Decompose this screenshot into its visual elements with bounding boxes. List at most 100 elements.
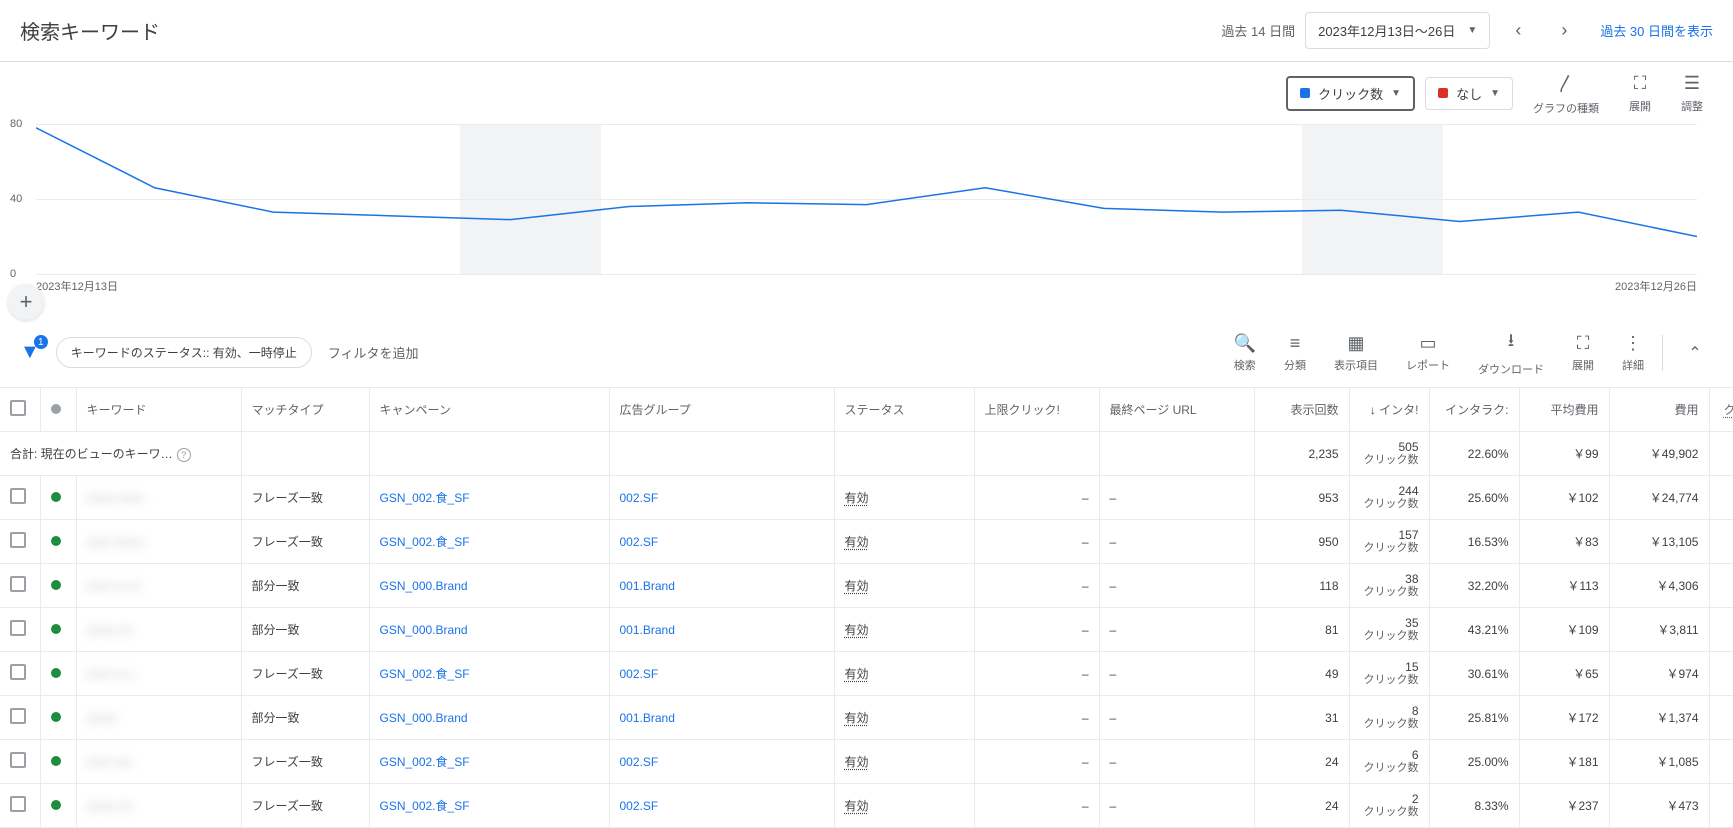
- adgroup-link[interactable]: 001.Brand: [620, 579, 675, 593]
- col-interaction-rate[interactable]: インタラク:: [1429, 388, 1519, 432]
- col-campaign[interactable]: キャンペーン: [369, 388, 609, 432]
- col-impr[interactable]: 表示回数: [1254, 388, 1349, 432]
- row-keyword[interactable]: xxxxx xx: [76, 608, 241, 652]
- help-icon[interactable]: ?: [177, 448, 191, 462]
- table-toolbar-left: ▼ 1 キーワードのステータス:: 有効、一時停止 フィルタを追加: [20, 337, 419, 368]
- row-maxcpc: –: [974, 476, 1099, 520]
- row-keyword[interactable]: xxxx xxxxx: [76, 520, 241, 564]
- report-button[interactable]: ▭レポート: [1392, 333, 1464, 373]
- col-clicks[interactable]: クリック数: [1709, 388, 1733, 432]
- row-checkbox-cell[interactable]: [0, 564, 40, 608]
- chart-expand-button[interactable]: ⛶ 展開: [1619, 73, 1661, 114]
- col-checkbox[interactable]: [0, 388, 40, 432]
- col-avg-cost[interactable]: 平均費用: [1519, 388, 1609, 432]
- col-interactions[interactable]: インタ!: [1349, 388, 1429, 432]
- row-maxcpc: –: [974, 520, 1099, 564]
- campaign-link[interactable]: GSN_002.食_SF: [380, 755, 470, 769]
- row-adgroup[interactable]: 002.SF: [609, 476, 834, 520]
- row-checkbox-cell[interactable]: [0, 740, 40, 784]
- add-button[interactable]: +: [8, 284, 44, 320]
- adgroup-link[interactable]: 001.Brand: [620, 711, 675, 725]
- next-period-button[interactable]: ›: [1546, 13, 1582, 49]
- row-adgroup[interactable]: 001.Brand: [609, 608, 834, 652]
- adgroup-link[interactable]: 002.SF: [620, 491, 659, 505]
- row-checkbox-cell[interactable]: [0, 784, 40, 828]
- col-finalurl[interactable]: 最終ページ URL: [1099, 388, 1254, 432]
- col-keyword[interactable]: キーワード: [76, 388, 241, 432]
- table-expand-button[interactable]: ⛶展開: [1558, 333, 1608, 373]
- row-checkbox[interactable]: [10, 708, 26, 724]
- more-button[interactable]: ⋮詳細: [1608, 333, 1658, 373]
- row-campaign[interactable]: GSN_002.食_SF: [369, 652, 609, 696]
- adgroup-link[interactable]: 002.SF: [620, 667, 659, 681]
- row-keyword[interactable]: xxxxx: [76, 696, 241, 740]
- campaign-link[interactable]: GSN_000.Brand: [380, 579, 468, 593]
- row-checkbox[interactable]: [10, 576, 26, 592]
- download-button[interactable]: ⭳ダウンロード: [1464, 328, 1558, 377]
- row-checkbox[interactable]: [10, 796, 26, 812]
- row-campaign[interactable]: GSN_000.Brand: [369, 696, 609, 740]
- metric-2-select[interactable]: なし ▼: [1425, 77, 1513, 110]
- compare-30-days-link[interactable]: 過去 30 日間を表示: [1600, 21, 1713, 40]
- row-checkbox-cell[interactable]: [0, 520, 40, 564]
- row-checkbox[interactable]: [10, 532, 26, 548]
- col-status-dot[interactable]: [40, 388, 76, 432]
- campaign-link[interactable]: GSN_002.食_SF: [380, 667, 470, 681]
- row-campaign[interactable]: GSN_002.食_SF: [369, 520, 609, 564]
- col-match[interactable]: マッチタイプ: [241, 388, 369, 432]
- col-adgroup[interactable]: 広告グループ: [609, 388, 834, 432]
- row-keyword[interactable]: xxxxx xxxx: [76, 476, 241, 520]
- row-campaign[interactable]: GSN_002.食_SF: [369, 476, 609, 520]
- col-maxcpc[interactable]: 上限クリック!: [974, 388, 1099, 432]
- col-cost[interactable]: 費用: [1609, 388, 1709, 432]
- collapse-button[interactable]: ⌃: [1677, 335, 1713, 371]
- adgroup-link[interactable]: 001.Brand: [620, 623, 675, 637]
- chart-adjust-button[interactable]: ☰ 調整: [1671, 73, 1713, 114]
- row-checkbox[interactable]: [10, 488, 26, 504]
- campaign-link[interactable]: GSN_002.食_SF: [380, 491, 470, 505]
- row-keyword[interactable]: xxxx xxx: [76, 740, 241, 784]
- row-checkbox[interactable]: [10, 752, 26, 768]
- row-keyword[interactable]: xxxx xx x: [76, 652, 241, 696]
- row-campaign[interactable]: GSN_002.食_SF: [369, 740, 609, 784]
- row-checkbox-cell[interactable]: [0, 476, 40, 520]
- adgroup-link[interactable]: 002.SF: [620, 799, 659, 813]
- row-keyword[interactable]: xxxxx xx: [76, 784, 241, 828]
- row-adgroup[interactable]: 001.Brand: [609, 564, 834, 608]
- row-campaign[interactable]: GSN_000.Brand: [369, 608, 609, 652]
- row-checkbox[interactable]: [10, 664, 26, 680]
- row-checkbox-cell[interactable]: [0, 608, 40, 652]
- prev-period-button[interactable]: ‹: [1500, 13, 1536, 49]
- chart-container: 80 40 0 2023年12月13日 2023年12月26日 +: [0, 124, 1733, 306]
- row-adgroup[interactable]: 002.SF: [609, 740, 834, 784]
- adgroup-link[interactable]: 002.SF: [620, 535, 659, 549]
- campaign-link[interactable]: GSN_000.Brand: [380, 711, 468, 725]
- row-keyword[interactable]: xxxx xx xx: [76, 564, 241, 608]
- segment-button[interactable]: ≡分類: [1270, 333, 1320, 373]
- filter-funnel-button[interactable]: ▼ 1: [20, 341, 40, 364]
- inter-n: 244: [1398, 484, 1418, 498]
- search-button[interactable]: 🔍検索: [1220, 333, 1270, 373]
- row-adgroup[interactable]: 001.Brand: [609, 696, 834, 740]
- campaign-link[interactable]: GSN_002.食_SF: [380, 799, 470, 813]
- row-clicks: 8: [1709, 696, 1733, 740]
- status-filter-chip[interactable]: キーワードのステータス:: 有効、一時停止: [56, 337, 312, 368]
- col-status[interactable]: ステータス: [834, 388, 974, 432]
- adgroup-link[interactable]: 002.SF: [620, 755, 659, 769]
- row-checkbox[interactable]: [10, 620, 26, 636]
- campaign-link[interactable]: GSN_002.食_SF: [380, 535, 470, 549]
- row-campaign[interactable]: GSN_000.Brand: [369, 564, 609, 608]
- row-checkbox-cell[interactable]: [0, 696, 40, 740]
- row-adgroup[interactable]: 002.SF: [609, 652, 834, 696]
- campaign-link[interactable]: GSN_000.Brand: [380, 623, 468, 637]
- row-campaign[interactable]: GSN_002.食_SF: [369, 784, 609, 828]
- row-checkbox-cell[interactable]: [0, 652, 40, 696]
- add-filter-button[interactable]: フィルタを追加: [328, 343, 419, 362]
- row-adgroup[interactable]: 002.SF: [609, 520, 834, 564]
- metric-1-select[interactable]: クリック数 ▼: [1286, 76, 1415, 111]
- chart-type-button[interactable]: 〳 グラフの種類: [1523, 70, 1609, 116]
- select-all-checkbox[interactable]: [10, 400, 26, 416]
- row-adgroup[interactable]: 002.SF: [609, 784, 834, 828]
- columns-button[interactable]: ▦表示項目: [1320, 333, 1392, 373]
- date-range-select[interactable]: 2023年12月13日～26日 ▼: [1305, 12, 1490, 49]
